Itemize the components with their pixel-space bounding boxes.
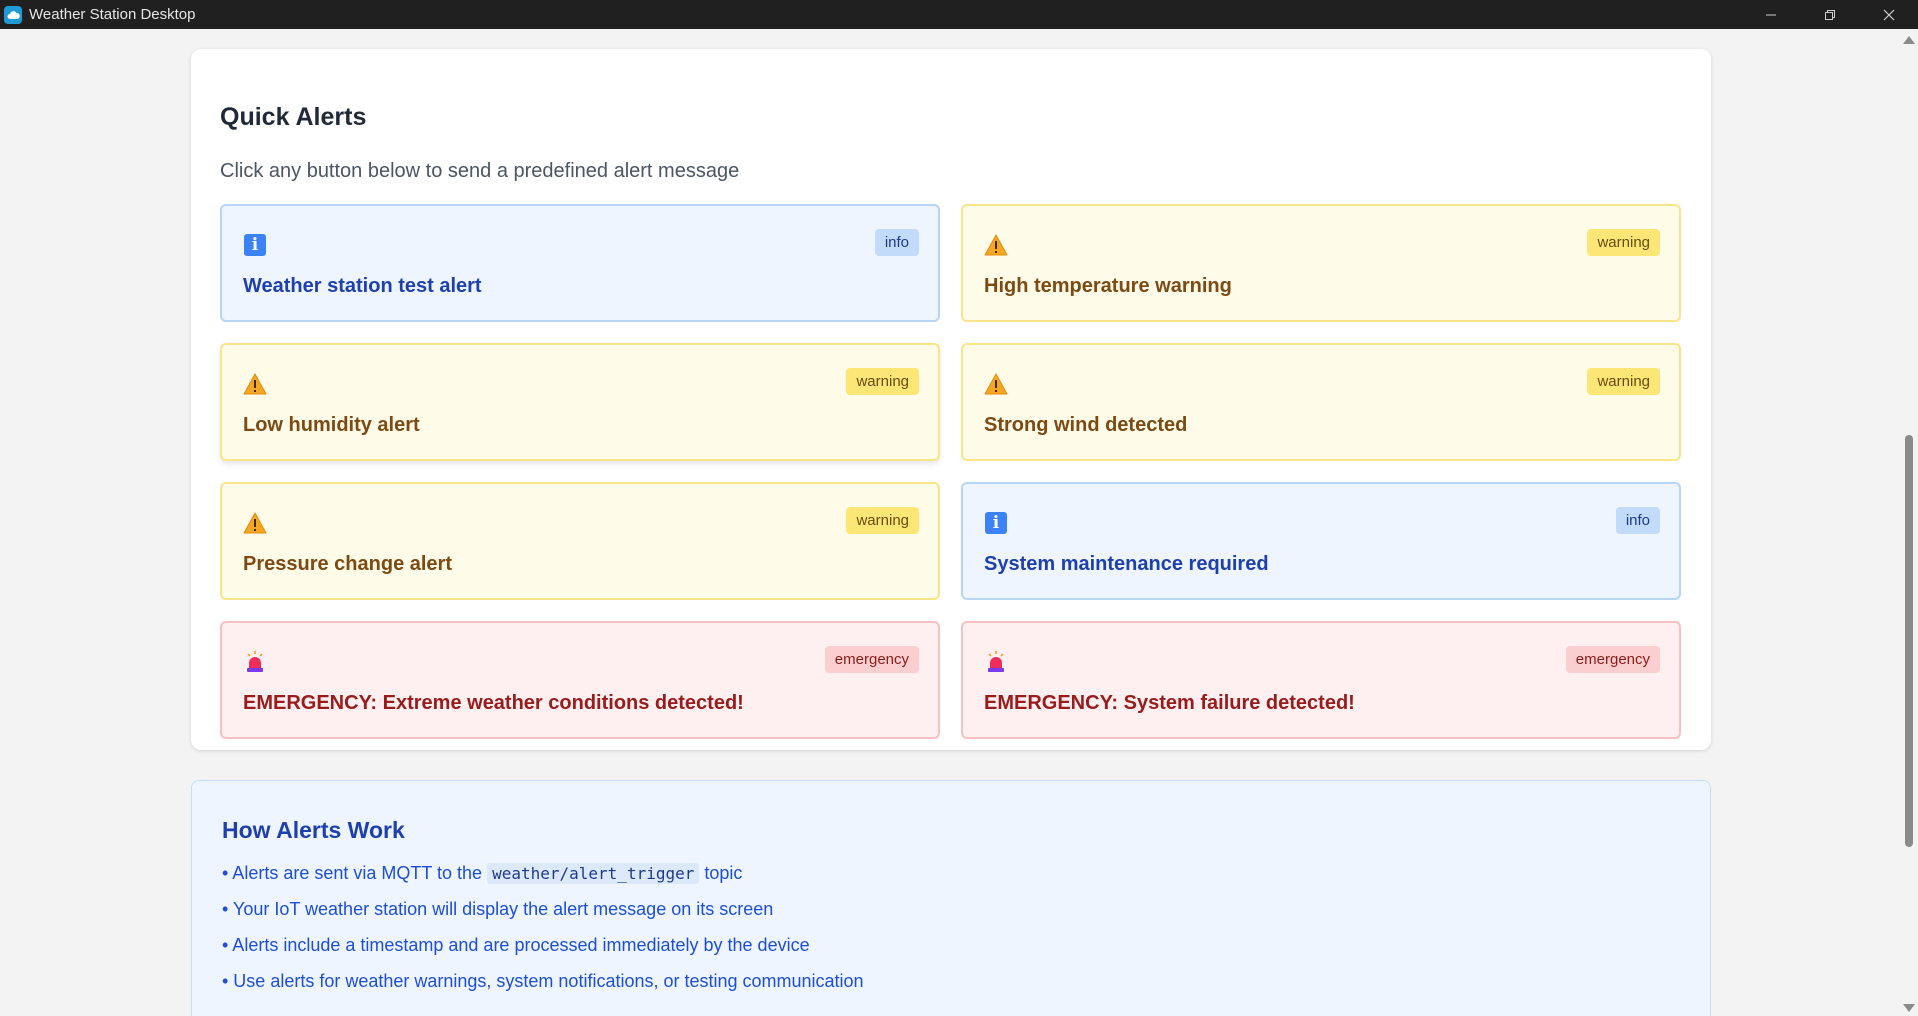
minimize-button[interactable] — [1741, 0, 1800, 29]
siren-icon — [243, 650, 267, 674]
quick-alerts-title: Quick Alerts — [220, 103, 367, 131]
scroll-down-arrow-icon[interactable] — [1903, 1004, 1915, 1012]
list-item-text: • Alerts are sent via MQTT to the — [222, 863, 488, 883]
scroll-up-arrow-icon[interactable] — [1903, 36, 1915, 44]
alert-button-system-failure[interactable]: emergency EMERGENCY: System failure dete… — [961, 621, 1681, 739]
restore-button[interactable] — [1800, 0, 1859, 29]
alert-button-grid: i info Weather station test alert warnin… — [220, 204, 1681, 739]
alert-button-pressure-change[interactable]: warning Pressure change alert — [220, 482, 940, 600]
how-alerts-work-list: • Alerts are sent via MQTT to the weathe… — [222, 862, 864, 1006]
warning-icon — [984, 233, 1008, 257]
alert-level-badge: emergency — [1565, 646, 1660, 673]
alert-label: High temperature warning — [984, 275, 1232, 297]
siren-icon — [984, 650, 1008, 674]
how-alerts-work-title: How Alerts Work — [222, 817, 405, 843]
alert-button-test[interactable]: i info Weather station test alert — [220, 204, 940, 322]
info-icon: i — [243, 233, 267, 257]
alert-label: EMERGENCY: System failure detected! — [984, 692, 1355, 714]
list-item-text: topic — [699, 863, 743, 883]
close-icon — [1883, 9, 1894, 20]
alert-level-badge: info — [874, 229, 919, 256]
alert-button-strong-wind[interactable]: warning Strong wind detected — [961, 343, 1681, 461]
list-item: • Alerts include a timestamp and are pro… — [222, 935, 810, 955]
scrollbar-thumb[interactable] — [1905, 435, 1913, 847]
close-button[interactable] — [1859, 0, 1918, 29]
window-controls — [1741, 0, 1918, 29]
mqtt-topic-code: weather/alert_trigger — [487, 863, 700, 884]
alert-level-badge: warning — [1587, 229, 1660, 256]
alert-label: Pressure change alert — [243, 553, 452, 575]
warning-icon — [243, 511, 267, 535]
alert-button-high-temperature[interactable]: warning High temperature warning — [961, 204, 1681, 322]
how-alerts-work-card: How Alerts Work • Alerts are sent via MQ… — [191, 780, 1711, 1016]
alert-level-badge: info — [1615, 507, 1660, 534]
window-title: Weather Station Desktop — [29, 6, 196, 23]
alert-label: Low humidity alert — [243, 414, 420, 436]
alert-level-badge: warning — [846, 368, 919, 395]
alert-level-badge: warning — [1587, 368, 1660, 395]
main-content: Quick Alerts Click any button below to s… — [0, 29, 1900, 1016]
warning-icon — [984, 372, 1008, 396]
list-item: • Use alerts for weather warnings, syste… — [222, 971, 864, 991]
alert-level-badge: warning — [846, 507, 919, 534]
cloud-icon — [4, 5, 22, 24]
list-item: • Alerts are sent via MQTT to the weathe… — [222, 862, 864, 898]
alert-button-extreme-weather[interactable]: emergency EMERGENCY: Extreme weather con… — [220, 621, 940, 739]
title-bar: Weather Station Desktop — [0, 0, 1918, 29]
info-icon: i — [984, 511, 1008, 535]
quick-alerts-card: Quick Alerts Click any button below to s… — [191, 49, 1711, 750]
list-item: • Your IoT weather station will display … — [222, 899, 774, 919]
alert-level-badge: emergency — [824, 646, 919, 673]
quick-alerts-subtitle: Click any button below to send a predefi… — [220, 160, 740, 182]
alert-label: Weather station test alert — [243, 275, 482, 297]
alert-label: Strong wind detected — [984, 414, 1188, 436]
alert-label: EMERGENCY: Extreme weather conditions de… — [243, 692, 744, 714]
restore-icon — [1824, 9, 1835, 20]
alert-button-low-humidity[interactable]: warning Low humidity alert — [220, 343, 940, 461]
minimize-icon — [1765, 14, 1776, 15]
warning-icon — [243, 372, 267, 396]
alert-label: System maintenance required — [984, 553, 1269, 575]
alert-button-maintenance[interactable]: i info System maintenance required — [961, 482, 1681, 600]
vertical-scrollbar[interactable] — [1900, 29, 1918, 1016]
